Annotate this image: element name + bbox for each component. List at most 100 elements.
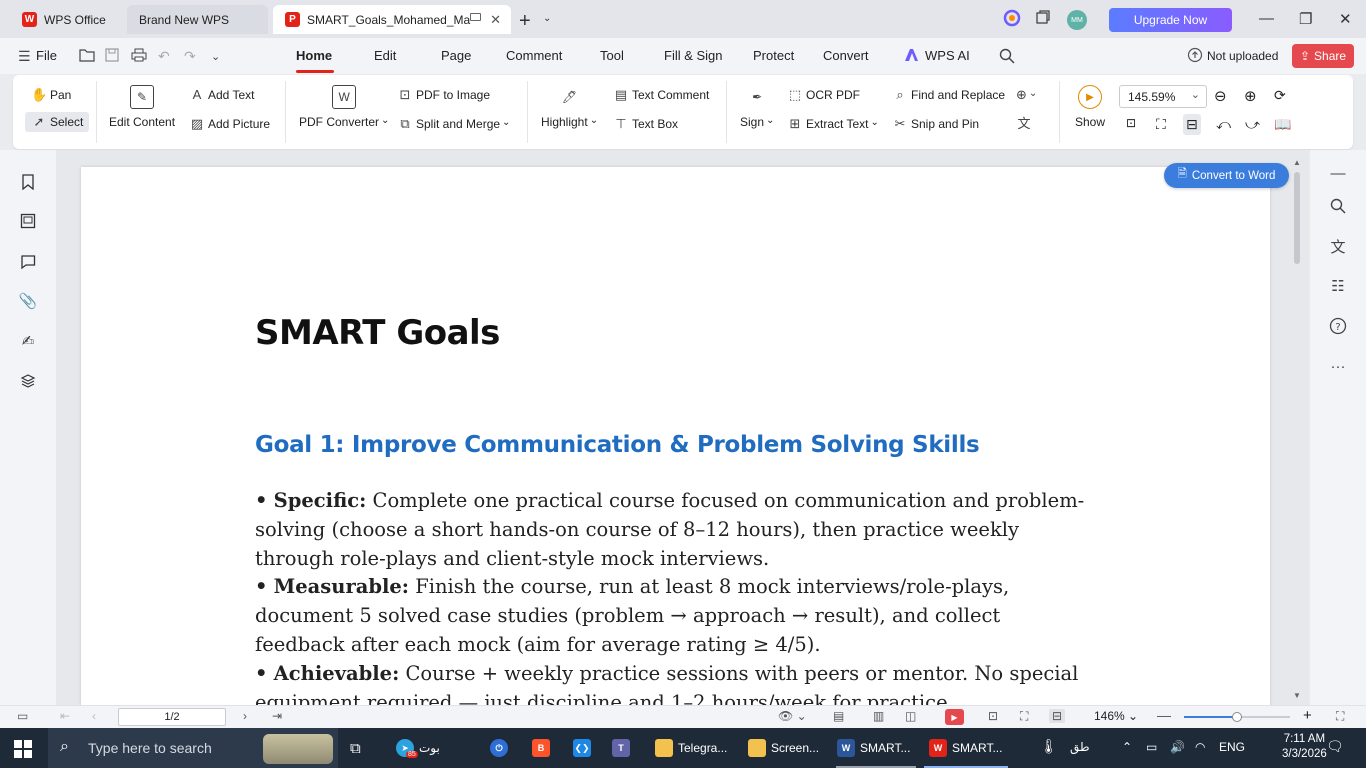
taskbar-search-box[interactable]: ⌕ Type here to search	[48, 728, 338, 768]
toggle-sidebar-icon[interactable]: ▭	[17, 709, 28, 723]
continuous-page-icon[interactable]: ▥	[873, 709, 884, 723]
pdf-to-image-button[interactable]: ⊡ PDF to Image	[397, 87, 490, 103]
comments-panel-icon[interactable]	[19, 253, 37, 271]
wifi-icon[interactable]: ◠	[1195, 740, 1205, 754]
weather-icon[interactable]: 🌡	[1040, 738, 1058, 755]
menu-convert[interactable]: Convert	[823, 48, 869, 63]
close-tab-icon[interactable]: ✕	[490, 12, 501, 28]
fit-width-status-icon[interactable]: ⊟	[1049, 709, 1066, 723]
taskbar-word-window[interactable]: W SMART...	[837, 737, 910, 759]
last-page-icon[interactable]: ⇥	[272, 709, 282, 723]
status-zoom-out-icon[interactable]: —	[1157, 707, 1171, 723]
convert-to-word-button[interactable]: 🗎 Convert to Word	[1164, 163, 1289, 188]
system-clock[interactable]: 7:11 AM 3/3/2026	[1282, 732, 1327, 762]
signature-panel-icon[interactable]: ✍	[19, 332, 37, 350]
vertical-scrollbar[interactable]: ▲ ▼	[1292, 158, 1302, 703]
save-icon[interactable]	[105, 48, 119, 65]
more-options-icon[interactable]: ···	[1328, 356, 1348, 376]
search-document-icon[interactable]	[1328, 196, 1348, 216]
hamburger-menu-icon[interactable]: ☰	[18, 48, 31, 65]
scroll-down-arrow-icon[interactable]: ▼	[1293, 691, 1301, 700]
translate-button[interactable]: 文	[1016, 116, 1035, 132]
zoom-slider-knob[interactable]	[1232, 712, 1242, 722]
scrollbar-thumb[interactable]	[1294, 172, 1300, 264]
scroll-up-arrow-icon[interactable]: ▲	[1293, 158, 1301, 167]
play-slideshow-icon[interactable]: ▶	[945, 709, 964, 725]
menu-tool[interactable]: Tool	[600, 48, 624, 63]
weather-label[interactable]: طق	[1070, 740, 1090, 754]
menu-edit[interactable]: Edit	[374, 48, 396, 63]
eye-protection-icon[interactable]: 👁 ⌄	[778, 709, 807, 723]
next-page-icon[interactable]: ›	[243, 709, 247, 723]
fullscreen-icon[interactable]: ⛶	[1336, 709, 1344, 724]
taskbar-wps-window[interactable]: W SMART...	[929, 737, 1002, 759]
bookmark-icon[interactable]	[19, 173, 37, 191]
taskbar-screen-window[interactable]: Screen...	[748, 737, 819, 759]
zoom-out-icon[interactable]: ⊖	[1214, 87, 1227, 105]
open-folder-icon[interactable]	[79, 48, 95, 65]
menu-file[interactable]: File	[36, 48, 57, 63]
rotate-page-icon[interactable]: ⟳	[1274, 87, 1286, 104]
highlight-button[interactable]: 🖊 Highlight	[541, 85, 598, 129]
not-uploaded-status[interactable]: Not uploaded	[1207, 49, 1278, 63]
user-avatar[interactable]: MM	[1067, 10, 1087, 30]
translate-side-icon[interactable]: 文	[1328, 236, 1348, 256]
actual-size-status-icon[interactable]: ⊡	[988, 709, 998, 723]
menu-home[interactable]: Home	[296, 48, 332, 63]
page-number-input[interactable]: 1/2	[118, 708, 226, 726]
first-page-icon[interactable]: ⇤	[60, 709, 70, 723]
text-box-button[interactable]: ⊤ Text Box	[613, 116, 678, 132]
fit-width-icon[interactable]: ⊟	[1183, 114, 1201, 135]
status-zoom-in-icon[interactable]: +	[1303, 707, 1312, 724]
language-indicator[interactable]: ENG	[1219, 740, 1245, 754]
extract-text-button[interactable]: ⊞ Extract Text	[787, 116, 879, 132]
ocr-pdf-button[interactable]: ⬚ OCR PDF	[787, 87, 860, 103]
wps-ai-icon[interactable]	[904, 48, 920, 65]
menu-protect[interactable]: Protect	[753, 48, 794, 63]
tab-list-chevron-icon[interactable]: ⌄	[543, 13, 551, 24]
volume-icon[interactable]: 🔊	[1170, 740, 1185, 754]
redo-icon[interactable]: ↷	[184, 48, 196, 65]
two-page-icon[interactable]: ◫	[905, 709, 916, 723]
quick-access-chevron-icon[interactable]: ⌄	[211, 50, 220, 63]
text-comment-button[interactable]: ▤ Text Comment	[613, 87, 710, 103]
skin-icon[interactable]	[1003, 9, 1021, 30]
zoom-slider[interactable]	[1184, 712, 1290, 722]
attachment-icon[interactable]: 📎	[19, 292, 38, 310]
sign-button[interactable]: ✒ Sign	[740, 85, 774, 129]
pdf-converter-button[interactable]: W PDF Converter	[299, 85, 389, 129]
add-picture-button[interactable]: ▨ Add Picture	[189, 116, 270, 132]
task-view-icon[interactable]: ⧉	[350, 737, 361, 759]
pan-tool-button[interactable]: ✋ Pan	[31, 87, 71, 103]
help-icon[interactable]: ?	[1328, 316, 1348, 336]
battery-icon[interactable]: ▭	[1146, 740, 1157, 754]
menu-wps-ai[interactable]: WPS AI	[925, 48, 970, 63]
thumbnails-icon[interactable]	[19, 212, 37, 230]
taskbar-telegram-window[interactable]: Telegra...	[655, 737, 727, 759]
show-button[interactable]: ▶ Show	[1075, 85, 1105, 129]
new-tab-plus-icon[interactable]: +	[519, 10, 531, 33]
edit-content-button[interactable]: ✎ Edit Content	[109, 85, 175, 129]
collapse-panel-icon[interactable]: —	[1328, 163, 1348, 183]
cloud-upload-icon[interactable]	[1187, 47, 1203, 66]
menu-page[interactable]: Page	[441, 48, 471, 63]
previous-page-icon[interactable]: ‹	[92, 709, 96, 723]
vscode-icon[interactable]: ❮❯	[573, 737, 596, 759]
tab-brand-new-wps[interactable]: Brand New WPS	[127, 5, 268, 34]
more-tools-button[interactable]: ⊕	[1016, 87, 1035, 103]
show-hidden-icons-chevron[interactable]: ⌃	[1122, 740, 1132, 754]
undo-icon[interactable]: ↶	[158, 48, 170, 65]
window-mode-icon[interactable]	[1035, 9, 1051, 28]
read-mode-icon[interactable]: 📖	[1274, 116, 1291, 133]
close-window-icon[interactable]: ✕	[1339, 10, 1352, 28]
brave-browser-icon[interactable]: B	[532, 737, 555, 759]
fit-page-icon[interactable]: ⛶	[1156, 116, 1166, 133]
select-tool-button[interactable]: ➚ Select	[25, 112, 90, 132]
menu-comment[interactable]: Comment	[506, 48, 562, 63]
maximize-icon[interactable]: ❐	[1299, 10, 1312, 28]
settings-sliders-icon[interactable]: ☷	[1328, 276, 1348, 296]
windows-start-icon[interactable]	[14, 740, 32, 758]
menu-fill-sign[interactable]: Fill & Sign	[664, 48, 723, 63]
snip-pin-button[interactable]: ✂ Snip and Pin	[892, 116, 980, 132]
zoom-level-select[interactable]: 145.59% ⌄	[1119, 85, 1207, 108]
